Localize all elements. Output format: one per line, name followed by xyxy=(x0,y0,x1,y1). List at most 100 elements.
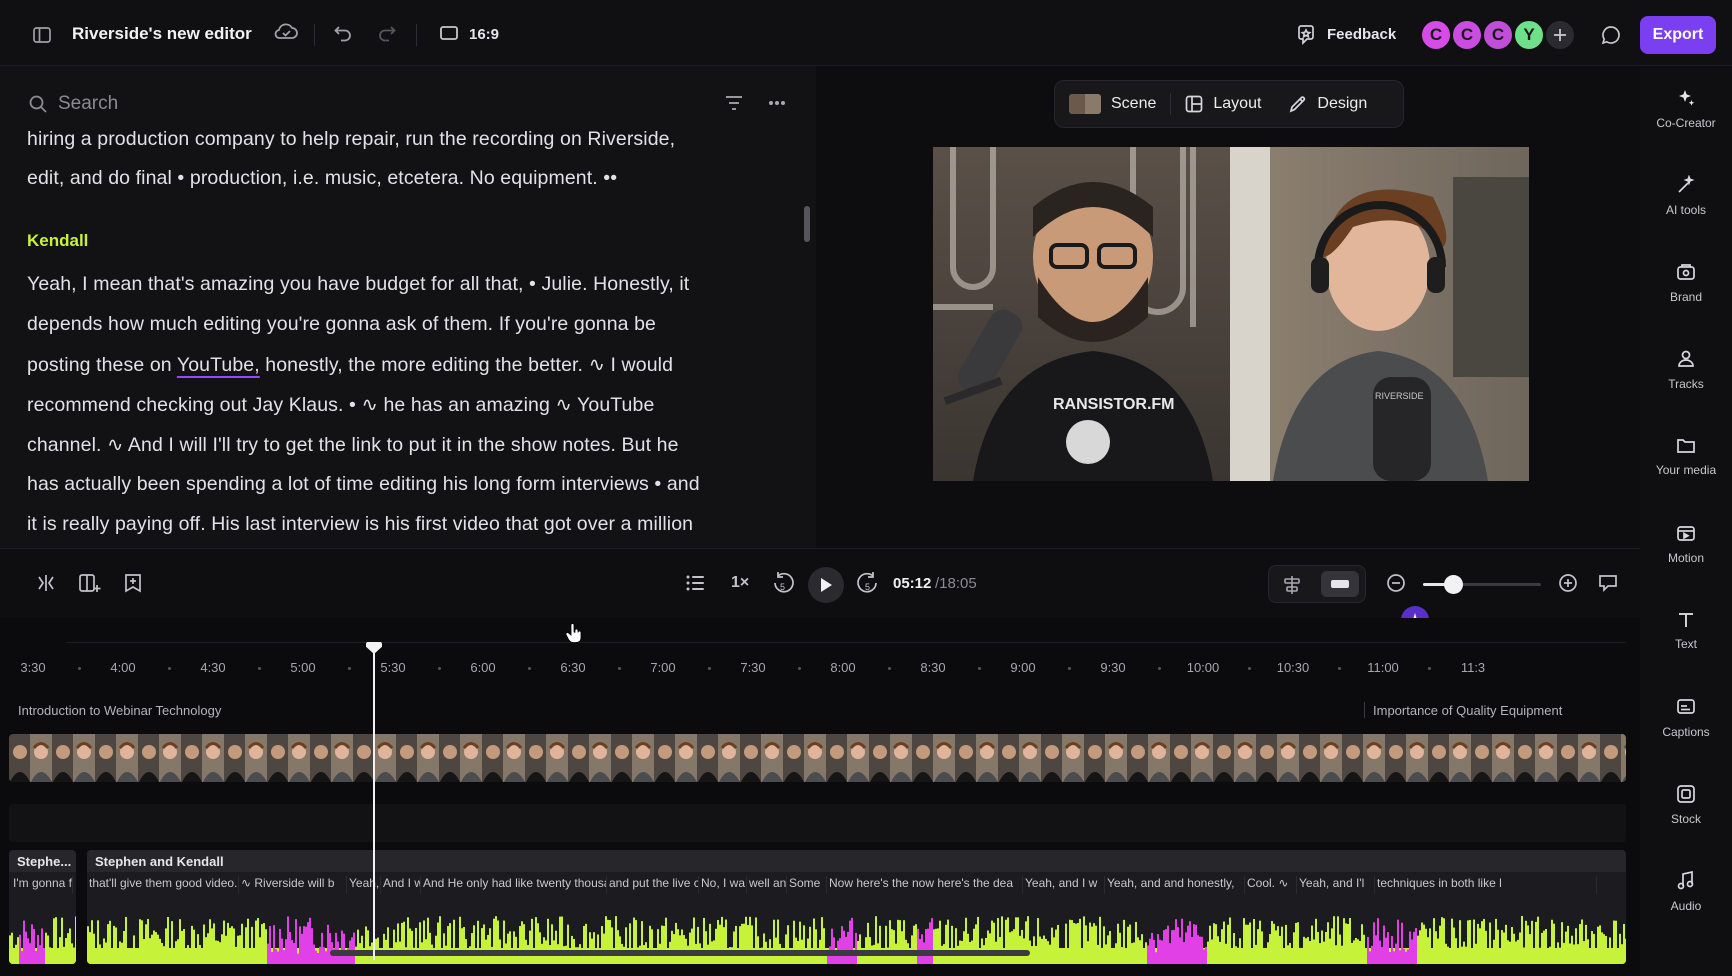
align-icon[interactable] xyxy=(1283,575,1301,595)
chapter-label[interactable]: Introduction to Webinar Technology xyxy=(18,703,221,718)
sidebar-item-motion[interactable]: Motion xyxy=(1640,509,1732,579)
video-thumbnail xyxy=(1428,734,1471,782)
timeline: 3:30 4:00 4:30 5:00 5:30 6:00 6:30 7:00 7:30 8:00… xyxy=(0,618,1640,976)
video-thumbnail xyxy=(826,734,869,782)
video-thumbnail xyxy=(1041,734,1084,782)
video-thumbnail xyxy=(611,734,654,782)
playback-speed[interactable]: 1× xyxy=(731,574,749,592)
tick-dot xyxy=(168,667,171,670)
avatar[interactable]: C xyxy=(1482,19,1514,51)
speaker-name[interactable]: Kendall xyxy=(27,231,88,251)
invite-user-button[interactable] xyxy=(1544,19,1576,51)
transcript-line[interactable]: it is really paying off. His last interv… xyxy=(27,513,693,536)
playhead[interactable] xyxy=(373,646,375,960)
time-tick-label: 4:00 xyxy=(110,660,136,675)
video-thumbnail xyxy=(912,734,955,782)
video-thumbnail xyxy=(1213,734,1256,782)
cloud-sync-icon[interactable] xyxy=(273,22,299,42)
video-thumbnail xyxy=(1600,734,1626,782)
tab-scene[interactable]: Scene xyxy=(1055,81,1170,127)
play-button[interactable] xyxy=(808,567,844,603)
timeline-scrollbar[interactable] xyxy=(330,950,1030,956)
audio-clip[interactable]: Stephe... I'm gonna f xyxy=(9,850,76,964)
sidebar-item-stock[interactable]: Stock xyxy=(1640,770,1732,840)
avatar[interactable]: Y xyxy=(1513,19,1545,51)
brand-icon xyxy=(1676,262,1696,282)
zoom-in-icon[interactable] xyxy=(1558,573,1578,593)
search-icon xyxy=(28,94,48,114)
sidebar-item-label: Tracks xyxy=(1668,377,1704,391)
skip-forward-icon[interactable]: 5 xyxy=(856,571,880,597)
feedback-button[interactable]: Feedback xyxy=(1327,26,1396,43)
search-input[interactable] xyxy=(58,90,458,118)
redo-icon[interactable] xyxy=(377,23,397,43)
comments-icon[interactable] xyxy=(1601,25,1621,45)
skip-back-icon[interactable]: 5 xyxy=(771,571,795,597)
zoom-slider[interactable] xyxy=(1423,575,1541,594)
zoom-out-icon[interactable] xyxy=(1386,573,1406,593)
tab-design[interactable]: Design xyxy=(1275,81,1381,127)
sidebar-item-label: Text xyxy=(1674,637,1697,651)
sidebar-item-label: Brand xyxy=(1669,290,1703,304)
tick-dot xyxy=(438,667,441,670)
motion-icon xyxy=(1676,523,1696,543)
split-icon[interactable] xyxy=(36,573,56,593)
transcript-line[interactable]: recommend checking out Jay Klaus. • ∿ he… xyxy=(27,393,654,417)
transcript-line[interactable]: hiring a production company to help repa… xyxy=(27,128,675,151)
comment-timeline-icon[interactable] xyxy=(1598,573,1618,593)
transcript-line[interactable]: edit, and do final • production, i.e. mu… xyxy=(27,167,617,190)
sidebar-item-co-creator[interactable]: Co-Creator xyxy=(1640,74,1732,144)
video-thumbnail xyxy=(1299,734,1342,782)
clip-snippet: that'll give them good video. xyxy=(87,876,239,894)
sidebar-item-your-media[interactable]: Your media xyxy=(1640,422,1732,492)
transcript-line[interactable]: has actually been spending a lot of time… xyxy=(27,473,700,496)
sidebar-item-text[interactable]: Text xyxy=(1640,596,1732,666)
tab-layout[interactable]: Layout xyxy=(1171,81,1275,127)
add-clip-icon[interactable] xyxy=(79,573,101,593)
project-title[interactable]: Riverside's new editor xyxy=(72,24,252,44)
feedback-icon[interactable] xyxy=(1297,25,1315,45)
video-thumbnail xyxy=(740,734,783,782)
transcript-line[interactable]: posting these on YouTube, honestly, the … xyxy=(27,353,673,377)
zoom-slider-handle[interactable] xyxy=(1443,575,1463,594)
bookmark-add-icon[interactable] xyxy=(124,573,142,593)
transcript-line[interactable]: depends how much editing you're gonna as… xyxy=(27,313,656,336)
transcript-line[interactable]: Yeah, I mean that's amazing you have bud… xyxy=(27,273,689,296)
sidebar-item-audio[interactable]: Audio xyxy=(1640,857,1732,927)
export-button[interactable]: Export xyxy=(1640,16,1716,54)
sidebar-item-label: Motion xyxy=(1667,551,1705,565)
transcript-text: honestly, the more editing the better. ∿… xyxy=(259,354,674,376)
empty-track[interactable] xyxy=(9,804,1626,842)
aspect-ratio-icon[interactable] xyxy=(440,26,458,40)
time-tick-label: 3:30 xyxy=(20,660,46,675)
avatar[interactable]: C xyxy=(1420,19,1452,51)
sidebar-item-brand[interactable]: Brand xyxy=(1640,248,1732,318)
video-thumbnail xyxy=(267,734,310,782)
clip-snippet: And I w xyxy=(381,876,421,894)
aspect-ratio-label[interactable]: 16:9 xyxy=(469,26,499,43)
sidebar-item-label: Stock xyxy=(1670,812,1701,826)
sidebar-item-label: Your media xyxy=(1655,463,1717,477)
clip-title: Stephe... xyxy=(17,854,72,869)
chapter-label[interactable]: Importance of Quality Equipment xyxy=(1373,703,1562,718)
video-preview[interactable]: RANSISTOR.FM RIVERSIDE xyxy=(933,147,1529,481)
compact-view-button[interactable] xyxy=(1321,571,1359,597)
video-thumbnail xyxy=(1471,734,1514,782)
sidebar-item-captions[interactable]: Captions xyxy=(1640,683,1732,753)
sidebar-toggle-icon[interactable] xyxy=(29,22,55,48)
sidebar-item-ai-tools[interactable]: AI tools xyxy=(1640,161,1732,231)
sidebar-item-tracks[interactable]: Tracks xyxy=(1640,335,1732,405)
transcript-scrollbar[interactable] xyxy=(804,206,810,242)
highlighted-word[interactable]: YouTube, xyxy=(177,354,260,376)
undo-icon[interactable] xyxy=(333,23,353,43)
audio-clip[interactable]: Stephen and Kendall that'll give them go… xyxy=(87,850,1626,964)
time-tick-label: 8:00 xyxy=(830,660,856,675)
chapters-list-icon[interactable] xyxy=(686,575,704,591)
video-thumbnail xyxy=(654,734,697,782)
filter-icon[interactable] xyxy=(724,94,744,112)
more-options-icon[interactable] xyxy=(768,100,786,106)
video-track[interactable] xyxy=(9,734,1626,782)
avatar[interactable]: C xyxy=(1451,19,1483,51)
tab-design-label: Design xyxy=(1317,95,1368,112)
transcript-line[interactable]: channel. ∿ And I will I'll try to get th… xyxy=(27,433,679,457)
